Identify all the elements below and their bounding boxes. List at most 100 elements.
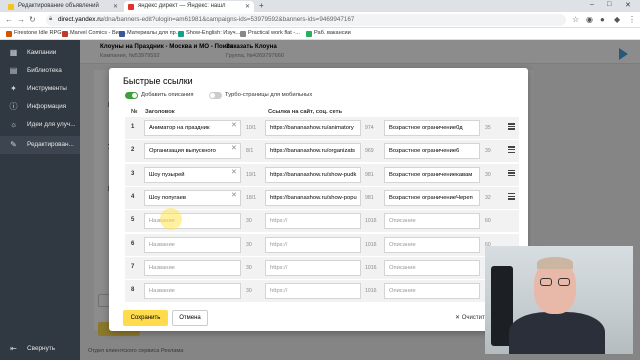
link-title-input[interactable]: Шоу попугаев: [144, 189, 241, 206]
quick-link-row: 2 Организация выпускного ✕ 8/1 https://banan…: [125, 140, 519, 163]
link-url-input[interactable]: https://bananashow.ru/animatory: [265, 120, 361, 136]
sidebar-item[interactable]: ▦ Кампании: [0, 44, 80, 62]
sidebar-item[interactable]: ☼ Идеи для улуч...: [0, 116, 80, 134]
field-value: https://bananashow.ru/show-popu: [270, 194, 357, 201]
char-counter: 30: [485, 171, 491, 178]
minimize-button[interactable]: –: [590, 1, 594, 8]
field-value: Шоу пузырей: [149, 171, 185, 178]
link-title-input[interactable]: Название: [144, 236, 241, 253]
link-description-input[interactable]: Описание: [384, 236, 480, 253]
drag-handle-icon[interactable]: [508, 169, 515, 178]
tab-label: Редактирование объявлений: [18, 3, 99, 9]
url-host: direct.yandex.ru: [58, 16, 103, 23]
row-number: 5: [131, 217, 135, 224]
field-value: https://: [270, 288, 288, 295]
browser-tab-1[interactable]: Редактирование объявлений ✕: [4, 1, 122, 12]
bookmark-icon: [178, 31, 184, 37]
field-value: Шоу попугаев: [149, 194, 186, 201]
sidebar-item[interactable]: ✦ Инструменты: [0, 80, 80, 98]
drag-handle-icon[interactable]: [508, 146, 515, 154]
link-title-input[interactable]: Организация выпускного: [144, 143, 241, 160]
bookmark-label: Show-English: Изуч...: [186, 30, 241, 36]
bookmark-item[interactable]: Firestone Idle RPG -...: [6, 30, 70, 37]
sidebar: ⇤ Свернуть ▦ Кампании ▤ Библиотека ✦ Инструме…: [0, 40, 80, 360]
quick-links-dialog: Быстрые ссылки Добавить описания Турбо-с…: [109, 68, 528, 331]
link-description-input[interactable]: Возрастное ограничениеЧереп: [384, 189, 480, 206]
link-description-input[interactable]: Описание: [384, 283, 480, 300]
link-url-input[interactable]: https://bananashow.ru/organizats: [265, 143, 361, 160]
descriptions-toggle-label: Добавить описания: [141, 92, 194, 98]
clear-field-icon[interactable]: ✕: [231, 191, 237, 199]
clear-field-icon[interactable]: ✕: [231, 168, 237, 176]
profile-icon[interactable]: ●: [600, 15, 605, 24]
cancel-button[interactable]: Отмена: [172, 310, 208, 326]
sidebar-item[interactable]: ✎ Редактирован...: [0, 136, 80, 154]
sidebar-item[interactable]: ▤ Библиотека: [0, 62, 80, 80]
link-url-input[interactable]: https://: [265, 236, 361, 253]
menu-icon[interactable]: ⋮: [628, 15, 636, 24]
forward-icon[interactable]: →: [17, 15, 25, 24]
link-title-input[interactable]: Название: [144, 283, 241, 300]
drag-handle-icon[interactable]: [508, 192, 515, 201]
field-value: Название: [149, 288, 175, 295]
link-description-input[interactable]: Возрастное ограничение0д: [384, 120, 480, 136]
field-value: https://: [270, 264, 288, 271]
tab-favicon: [8, 4, 14, 10]
extension-icon[interactable]: ◉: [586, 15, 593, 24]
browser-tab-2[interactable]: яндекс директ — Яндекс: нашл ✕: [124, 1, 254, 12]
extension-icon[interactable]: ◆: [614, 15, 620, 24]
toggle-knob: [132, 93, 137, 98]
link-url-input[interactable]: https://bananashow.ru/show-pudk: [265, 166, 361, 183]
char-counter: 969: [365, 148, 374, 155]
link-title-input[interactable]: Название: [144, 213, 241, 230]
url-input[interactable]: 🔒︎ direct.yandex.ru/dna/banners-edit?ulo…: [46, 14, 566, 26]
maximize-button[interactable]: □: [607, 1, 611, 8]
star-icon[interactable]: ☆: [572, 15, 579, 24]
link-url-input[interactable]: https://: [265, 259, 361, 276]
char-counter: 19/1: [246, 171, 257, 178]
row-number: 1: [131, 124, 135, 130]
link-url-input[interactable]: https://: [265, 213, 361, 230]
info-icon: ⓘ: [9, 102, 18, 111]
link-description-input[interactable]: Возрастное ограничениекавам: [384, 166, 480, 183]
quick-link-row: 5 Название 30 https:// 1016 Описание 60: [125, 210, 519, 233]
close-icon[interactable]: ✕: [245, 3, 250, 10]
link-title-input[interactable]: Аниматор на праздник: [144, 120, 241, 136]
link-title-input[interactable]: Шоу пузырей: [144, 166, 241, 183]
char-counter: 18/1: [246, 194, 257, 201]
clear-field-icon[interactable]: ✕: [231, 144, 237, 152]
clear-button[interactable]: ✕ Очистить: [455, 314, 488, 321]
link-description-input[interactable]: Описание: [384, 259, 480, 276]
bookmark-item[interactable]: Marvel Comics - Вик...: [62, 30, 126, 37]
char-counter: 974: [365, 125, 374, 131]
bookmark-item[interactable]: Раб. вакансии: [306, 30, 351, 37]
link-description-input[interactable]: Возрастное ограничение6: [384, 143, 480, 160]
field-value: Описание: [389, 264, 416, 271]
link-title-input[interactable]: Название: [144, 259, 241, 276]
close-window-button[interactable]: ✕: [625, 1, 631, 9]
sidebar-item-label: Свернуть: [27, 345, 56, 352]
sidebar-item-label: Информация: [27, 103, 67, 110]
field-value: Возрастное ограничениеЧереп: [389, 194, 473, 201]
link-description-input[interactable]: Описание: [384, 213, 480, 230]
clear-field-icon[interactable]: ✕: [231, 121, 237, 129]
bookmark-item[interactable]: Practical work flat -...: [240, 30, 300, 37]
bookmark-item[interactable]: Материалы для пр...: [119, 30, 180, 37]
sidebar-item[interactable]: ⓘ Информация: [0, 98, 80, 116]
link-url-input[interactable]: https://: [265, 283, 361, 300]
char-counter: 1016: [365, 264, 377, 271]
field-value: Название: [149, 241, 175, 248]
descriptions-toggle[interactable]: [125, 92, 138, 99]
save-button[interactable]: Сохранить: [123, 310, 168, 326]
drag-handle-icon[interactable]: [508, 123, 515, 131]
turbo-toggle[interactable]: [209, 92, 222, 99]
url-path: /dna/banners-edit?ulogin=am61981&campaig…: [102, 16, 355, 23]
bookmark-item[interactable]: Show-English: Изуч...: [178, 30, 241, 37]
link-url-input[interactable]: https://bananashow.ru/show-popu: [265, 189, 361, 206]
close-icon[interactable]: ✕: [113, 3, 118, 10]
bookmark-icon: [306, 31, 312, 37]
reload-icon[interactable]: ↻: [29, 15, 36, 24]
sidebar-collapse[interactable]: ⇤ Свернуть: [0, 340, 80, 358]
back-icon[interactable]: ←: [5, 15, 13, 24]
new-tab-button[interactable]: +: [259, 1, 264, 10]
